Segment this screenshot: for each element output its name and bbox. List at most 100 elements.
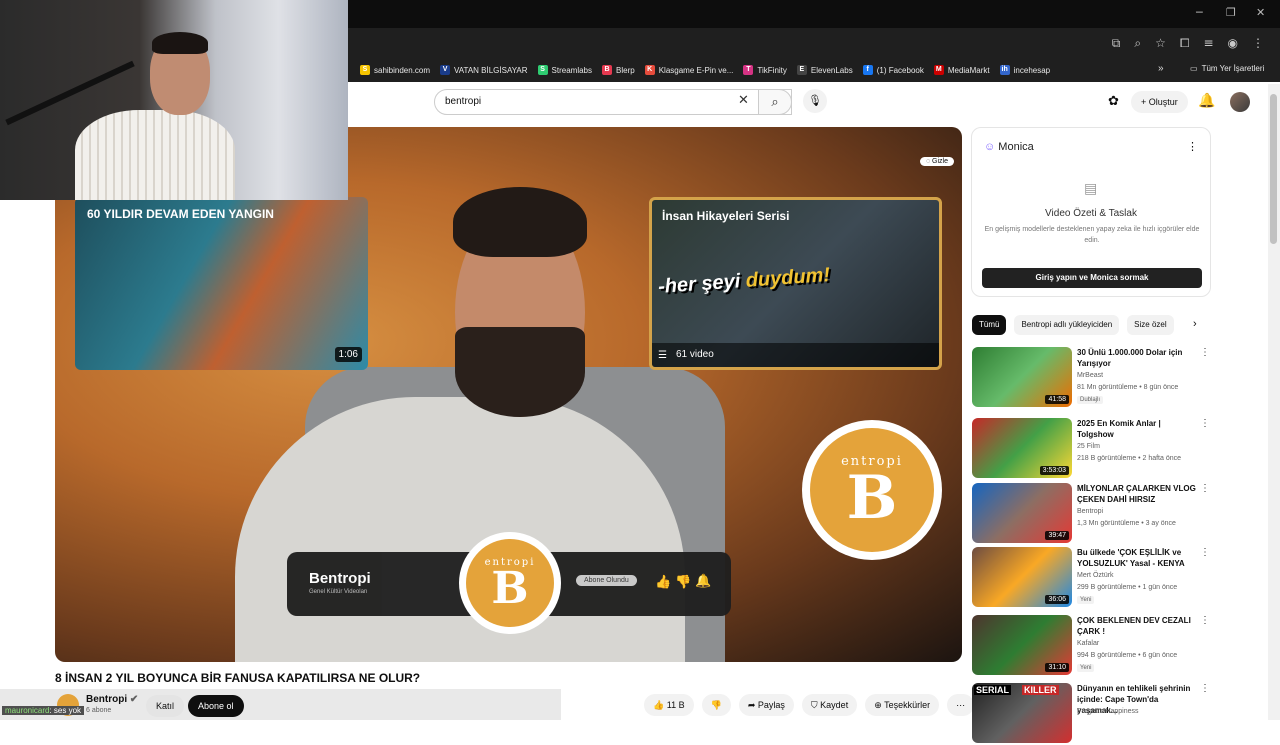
video-thumbnail[interactable]: 31:10 — [972, 615, 1072, 675]
video-title[interactable]: Bu ülkede 'ÇOK EŞLİLİK ve YOLSUZLUK' Yas… — [1077, 547, 1197, 569]
video-channel[interactable]: Bentropi — [1077, 508, 1103, 515]
chip-1[interactable]: Bentropi adlı yükleyiciden — [1014, 315, 1120, 335]
video-channel[interactable]: Mert Öztürk — [1077, 572, 1114, 579]
video-thumbnail[interactable]: 39:47 — [972, 483, 1072, 543]
recommended-video[interactable]: SERIAL KILLER Dünyanın en tehlikeli şehrin… — [972, 683, 1212, 745]
video-title[interactable]: 2025 En Komik Anlar | Tolgshow — [1077, 418, 1197, 440]
bookmark-label: Klasgame E-Pin ve... — [658, 65, 734, 75]
chip-2[interactable]: Size özel — [1127, 315, 1174, 335]
menu-icon[interactable]: ⋮ — [1252, 36, 1264, 51]
bookmark-item[interactable]: K Klasgame E-Pin ve... — [644, 65, 734, 75]
video-title[interactable]: MİLYONLAR ÇALARKEN VLOG ÇEKEN DAHİ HIRSI… — [1077, 483, 1197, 505]
recommended-video[interactable]: 31:10 ÇOK BEKLENEN DEV CEZALI ÇARK ! Kafal… — [972, 615, 1212, 677]
install-icon[interactable]: ⧉ — [1112, 36, 1121, 51]
media-icon[interactable]: ≡ — [1203, 36, 1213, 51]
clear-search-icon[interactable]: ✕ — [738, 92, 749, 108]
video-player[interactable]: ◌ Gizle 60 YILDIR DEVAM EDEN YANGIN 1:06… — [55, 127, 962, 662]
endcard-video-left[interactable]: 60 YILDIR DEVAM EDEN YANGIN 1:06 — [75, 197, 368, 370]
bookmark-item[interactable]: Ssahibinden.com — [360, 65, 430, 75]
profile-icon[interactable]: ◉ — [1228, 36, 1238, 51]
folder-icon: ▭ — [1190, 64, 1198, 73]
monica-menu-icon[interactable]: ⋮ — [1187, 140, 1198, 153]
video-channel[interactable]: 25 Film — [1077, 443, 1100, 450]
recommended-video[interactable]: 39:47 MİLYONLAR ÇALARKEN VLOG ÇEKEN DAHİ … — [972, 483, 1212, 545]
minimize-icon[interactable]: ─ — [1196, 6, 1203, 19]
video-menu-icon[interactable]: ⋮ — [1200, 418, 1210, 429]
bookmark-item[interactable]: B Blerp — [602, 65, 635, 75]
hide-endcards-button[interactable]: ◌ Gizle — [919, 157, 954, 166]
video-badge: Dublajlı — [1077, 396, 1104, 404]
thumbs-up-icon: 👍 — [655, 574, 672, 589]
recommended-video[interactable]: 3:53:03 2025 En Komik Anlar | Tolgshow 25 … — [972, 418, 1212, 480]
bookmark-item[interactable]: S Streamlabs — [537, 65, 592, 75]
video-menu-icon[interactable]: ⋮ — [1200, 615, 1210, 626]
chip-0[interactable]: Tümü — [972, 315, 1007, 335]
subbar-subscribed-badge: Abone Olundu — [576, 575, 637, 586]
channel-name[interactable]: Bentropi ✔ — [86, 694, 138, 705]
share-button[interactable]: ➦ Paylaş — [738, 694, 794, 716]
star-icon[interactable]: ☆ — [1155, 36, 1166, 51]
video-menu-icon[interactable]: ⋮ — [1200, 483, 1210, 494]
chevron-right-icon[interactable]: › — [1193, 318, 1197, 330]
video-menu-icon[interactable]: ⋮ — [1200, 683, 1210, 694]
verified-icon: ✔ — [129, 694, 139, 705]
channel-logo-large[interactable]: entropi B — [802, 420, 942, 560]
bookmarks-overflow-button[interactable]: » — [1158, 63, 1164, 74]
more-actions-button[interactable]: ⋯ — [947, 694, 975, 716]
video-menu-icon[interactable]: ⋮ — [1200, 547, 1210, 558]
endcard-playlist-right[interactable]: İnsan Hikayeleri Serisi -her şeyi duydum… — [649, 197, 942, 370]
bookmark-item[interactable]: T TikFinity — [743, 65, 787, 75]
extensions-icon[interactable]: ⧠ — [1180, 36, 1190, 51]
video-thumbnail[interactable]: 3:53:03 — [972, 418, 1072, 478]
channel-logo-small: entropi B — [459, 532, 561, 634]
video-title[interactable]: ÇOK BEKLENEN DEV CEZALI ÇARK ! — [1077, 615, 1197, 637]
account-avatar[interactable] — [1230, 92, 1250, 112]
create-button[interactable]: + Oluştur — [1131, 91, 1188, 113]
video-meta: 218 B görüntüleme • 2 hafta önce — [1077, 455, 1182, 462]
thanks-button[interactable]: ⊕ Teşekkürler — [865, 694, 940, 716]
bookmark-favicon-icon: S — [537, 65, 548, 75]
zoom-icon[interactable]: ⌕ — [1134, 36, 1141, 51]
recommended-video[interactable]: 41:58 30 Ünlü 1.000.000 Dolar için Yarışı… — [972, 347, 1212, 409]
chat-message: mauronicard: ses yok — [2, 706, 85, 715]
close-icon[interactable]: ✕ — [1256, 6, 1265, 19]
notifications-bell-icon[interactable]: 🔔 — [1198, 92, 1215, 109]
monica-icon: ☺ — [984, 141, 996, 153]
video-menu-icon[interactable]: ⋮ — [1200, 347, 1210, 358]
thanks-label: Teşekkürler — [884, 700, 931, 710]
scrollbar-thumb[interactable] — [1270, 94, 1277, 244]
video-thumbnail[interactable]: SERIAL KILLER — [972, 683, 1072, 743]
like-button[interactable]: 👍 11 B — [644, 694, 694, 716]
monica-login-button[interactable]: Giriş yapın ve Monica sormak — [982, 268, 1202, 288]
video-title[interactable]: 30 Ünlü 1.000.000 Dolar için Yarışıyor — [1077, 347, 1197, 369]
recommended-video[interactable]: 36:06 Bu ülkede 'ÇOK EŞLİLİK ve YOLSUZLUK… — [972, 547, 1212, 609]
dislike-button[interactable]: 👎 — [701, 694, 731, 716]
bookmark-item[interactable]: ih incehesap — [999, 65, 1050, 75]
bookmark-item[interactable]: f (1) Facebook — [862, 65, 924, 75]
video-thumbnail[interactable]: 36:06 — [972, 547, 1072, 607]
channel-row-overlay — [0, 689, 561, 720]
bookmark-label: TikFinity — [757, 65, 787, 75]
playlist-count: 61 video — [652, 343, 939, 367]
video-thumbnail[interactable]: 41:58 — [972, 347, 1072, 407]
video-channel[interactable]: MrBeast — [1077, 372, 1103, 379]
all-bookmarks-folder[interactable]: ▭ Tüm Yer İşaretleri — [1190, 64, 1264, 73]
subscribe-button[interactable]: Abone ol — [188, 695, 244, 717]
extension-icon[interactable]: ✿ — [1108, 93, 1119, 109]
restore-icon[interactable]: ❐ — [1226, 6, 1236, 19]
video-meta: 1,3 Mn görüntüleme • 3 ay önce — [1077, 520, 1176, 527]
page-scrollbar[interactable] — [1268, 84, 1280, 720]
bookmark-item[interactable]: V VATAN BİLGİSAYAR — [440, 65, 528, 75]
video-channel[interactable]: Kafalar — [1077, 640, 1099, 647]
search-button[interactable]: ⌕ — [758, 89, 792, 115]
bookmark-item[interactable]: E ElevenLabs — [796, 65, 853, 75]
voice-search-button[interactable]: 🎙 — [803, 89, 827, 113]
join-button[interactable]: Katıl — [146, 695, 185, 717]
video-duration: 36:06 — [1045, 595, 1069, 604]
save-button[interactable]: ⛉ Kaydet — [801, 694, 858, 716]
filter-chips: Tümü Bentropi adlı yükleyiciden Size özel — [972, 315, 1174, 335]
overlay-text-a: -her şeyi — [657, 269, 747, 298]
monica-heading: Video Özeti & Taslak — [1045, 208, 1137, 219]
video-channel[interactable]: Progetto Happiness — [1077, 708, 1138, 715]
bookmark-item[interactable]: M MediaMarkt — [933, 65, 990, 75]
